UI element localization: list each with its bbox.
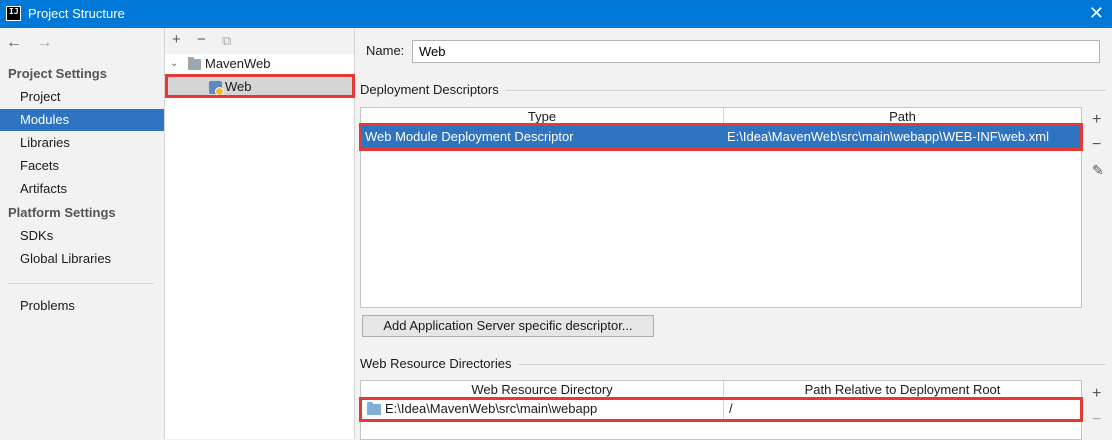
tree-node-label: MavenWeb <box>205 56 271 71</box>
nav-item-facets[interactable]: Facets <box>0 155 164 177</box>
column-header-directory[interactable]: Web Resource Directory <box>361 381 723 398</box>
table-row[interactable]: E:\Idea\MavenWeb\src\main\webapp / <box>361 398 1081 420</box>
back-arrow-icon[interactable]: ← <box>6 34 22 51</box>
web-resource-directories-title: Web Resource Directories <box>360 356 512 371</box>
section-divider <box>518 364 1106 365</box>
module-tree-panel: + − ⧉ ⌄ MavenWeb Web <box>165 28 355 439</box>
history-arrows: ← → <box>6 34 62 52</box>
nav-item-artifacts[interactable]: Artifacts <box>0 178 164 200</box>
deployment-descriptors-title: Deployment Descriptors <box>360 82 499 97</box>
add-server-descriptor-button[interactable]: Add Application Server specific descript… <box>362 315 654 337</box>
cell-directory: E:\Idea\MavenWeb\src\main\webapp <box>385 401 598 416</box>
cell-type: Web Module Deployment Descriptor <box>365 129 574 144</box>
remove-resource-icon[interactable]: − <box>1092 411 1101 429</box>
web-facet-settings: Name: Deployment Descriptors Type Path W… <box>356 28 1112 440</box>
copy-icon[interactable]: ⧉ <box>222 33 231 49</box>
nav-item-global-libraries[interactable]: Global Libraries <box>0 248 164 270</box>
nav-item-project[interactable]: Project <box>0 86 164 108</box>
nav-item-modules[interactable]: Modules <box>0 109 164 131</box>
cell-path: E:\Idea\MavenWeb\src\main\webapp\WEB-INF… <box>727 129 1049 144</box>
close-icon[interactable]: ✕ <box>1089 3 1104 23</box>
section-divider <box>506 90 1106 91</box>
remove-descriptor-icon[interactable]: − <box>1092 136 1101 154</box>
edit-descriptor-icon[interactable]: ✎ <box>1092 162 1104 179</box>
forward-arrow-icon[interactable]: → <box>36 34 52 51</box>
settings-nav: ← → Project Settings Project Modules Lib… <box>0 28 165 439</box>
table-header: Type Path <box>361 108 1081 125</box>
tree-node-label: Web <box>225 79 252 94</box>
window-title: Project Structure <box>28 6 125 21</box>
column-header-type[interactable]: Type <box>361 108 723 125</box>
intellij-logo-icon: IJ <box>6 6 21 21</box>
tree-node-mavenweb[interactable]: ⌄ MavenWeb <box>165 53 354 75</box>
web-folder-icon <box>367 402 381 415</box>
deployment-descriptors-table: Type Path Web Module Deployment Descript… <box>359 107 1083 308</box>
nav-item-problems[interactable]: Problems <box>0 295 164 317</box>
cell-relative-path: / <box>729 401 733 416</box>
group-project-settings: Project Settings <box>8 66 107 81</box>
column-header-relative-path[interactable]: Path Relative to Deployment Root <box>724 381 1081 398</box>
table-header: Web Resource Directory Path Relative to … <box>361 381 1081 398</box>
add-resource-icon[interactable]: + <box>1092 385 1101 403</box>
add-icon[interactable]: + <box>172 31 181 48</box>
remove-icon[interactable]: − <box>197 31 206 48</box>
nav-divider <box>8 283 154 284</box>
name-input[interactable] <box>412 40 1100 63</box>
table-row[interactable]: Web Module Deployment Descriptor E:\Idea… <box>361 126 1081 148</box>
nav-item-sdks[interactable]: SDKs <box>0 225 164 247</box>
title-bar: IJ Project Structure ✕ <box>0 0 1112 28</box>
web-resource-directories-table: Web Resource Directory Path Relative to … <box>359 380 1083 440</box>
tree-node-web[interactable]: Web <box>167 76 353 98</box>
column-header-path[interactable]: Path <box>724 108 1081 125</box>
web-facet-icon <box>209 81 224 96</box>
chevron-down-icon[interactable]: ⌄ <box>170 53 178 75</box>
tree-toolbar: + − ⧉ <box>165 28 354 54</box>
module-folder-icon <box>188 57 201 70</box>
group-platform-settings: Platform Settings <box>8 205 116 220</box>
add-descriptor-icon[interactable]: + <box>1092 111 1101 129</box>
nav-item-libraries[interactable]: Libraries <box>0 132 164 154</box>
name-label: Name: <box>366 43 405 58</box>
